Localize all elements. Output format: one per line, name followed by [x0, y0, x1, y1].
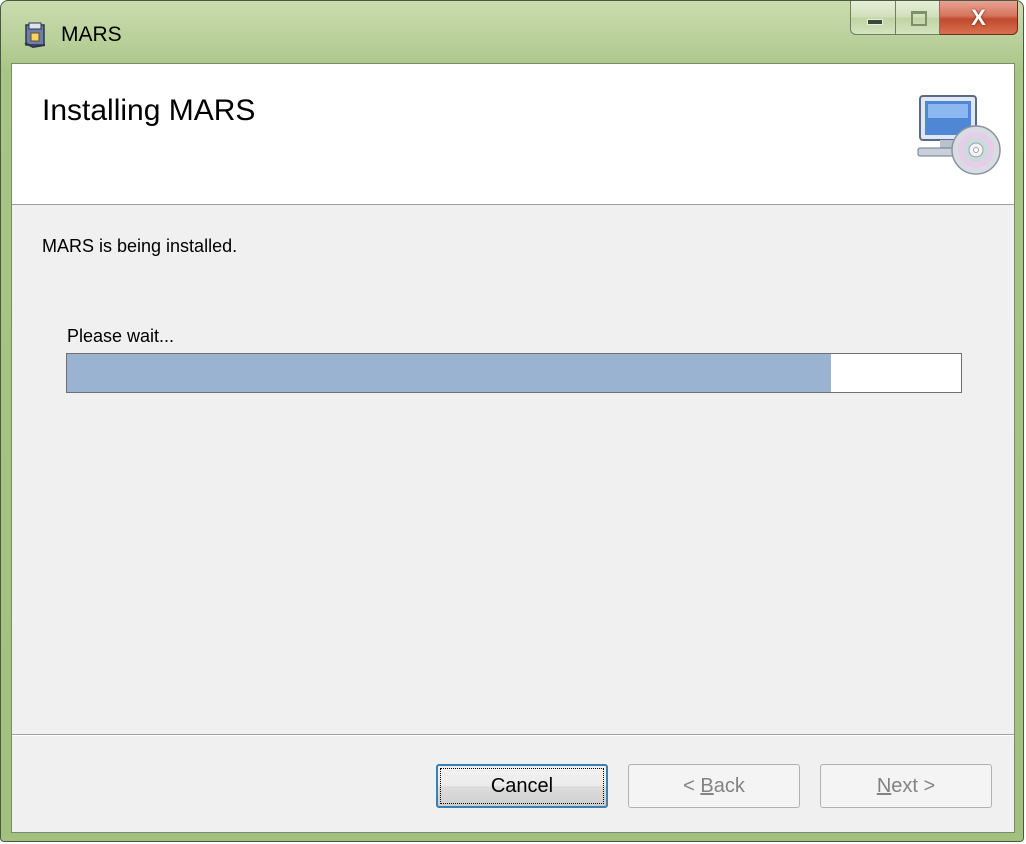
minimize-icon	[867, 19, 883, 25]
caption-buttons: X	[850, 1, 1018, 35]
close-button[interactable]: X	[940, 1, 1018, 35]
cancel-button[interactable]: Cancel	[436, 764, 608, 808]
minimize-button[interactable]	[850, 1, 896, 35]
back-button-rest: ack	[713, 775, 745, 797]
dialog-body: Installing MARS MARS is being installed.…	[11, 63, 1015, 833]
install-progress-bar	[66, 353, 962, 393]
status-message: MARS is being installed.	[42, 236, 238, 256]
next-button[interactable]: Next >	[820, 764, 992, 808]
window-title: MARS	[61, 23, 122, 46]
wait-label: Please wait...	[67, 326, 175, 346]
back-button-mnemonic: B	[700, 775, 714, 797]
back-button-prefix: <	[683, 775, 701, 797]
back-button[interactable]: < Back	[628, 764, 800, 808]
computer-disc-icon	[917, 95, 1001, 175]
maximize-button[interactable]	[896, 1, 940, 35]
header-banner: Installing MARS	[12, 64, 1014, 205]
page-title: Installing MARS	[42, 94, 256, 127]
installer-window: MARS X Installing MARS MARS is being ins…	[0, 0, 1024, 842]
installer-package-icon	[24, 22, 46, 49]
next-button-rest: ext >	[891, 775, 936, 797]
progress-fill	[67, 354, 832, 392]
next-button-mnemonic: N	[876, 775, 892, 797]
close-icon: X	[971, 5, 986, 30]
maximize-icon	[911, 11, 927, 26]
title-bar[interactable]: MARS X	[1, 1, 1023, 63]
footer-divider	[12, 734, 1014, 736]
